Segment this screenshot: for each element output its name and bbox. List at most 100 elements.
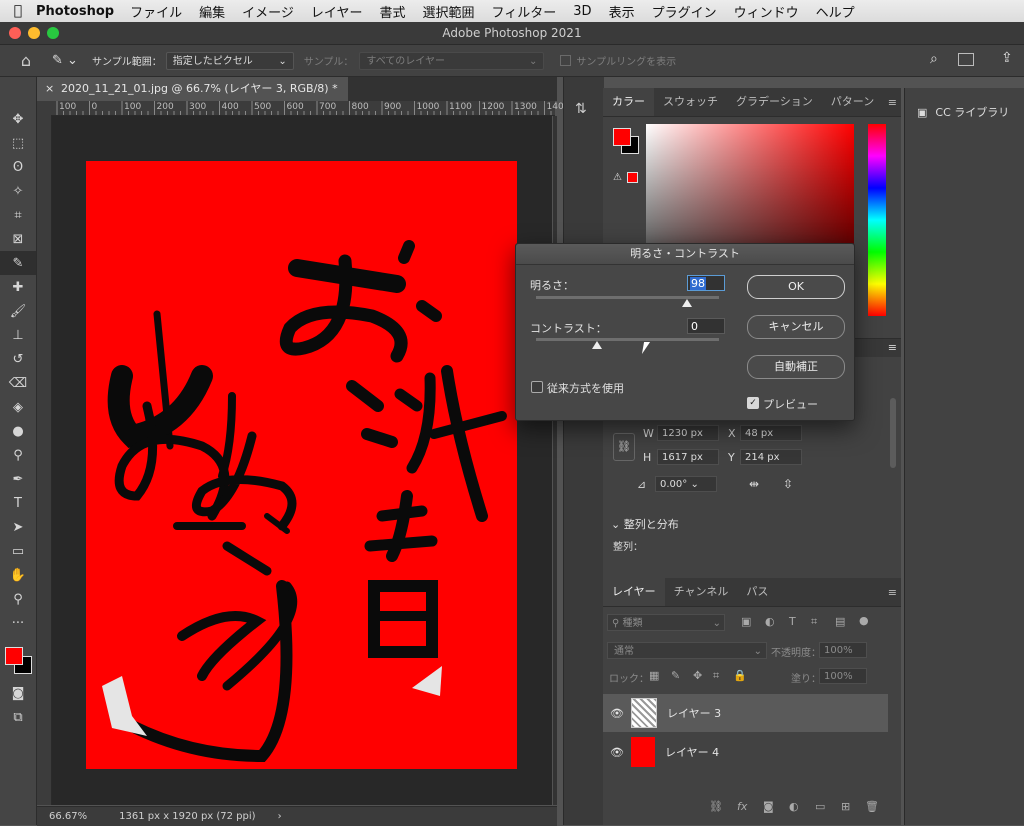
opacity-field[interactable]: 100% <box>819 642 867 658</box>
filter-type-icon[interactable]: T <box>789 615 796 628</box>
filter-shape-icon[interactable]: ⌗ <box>811 615 817 629</box>
contrast-slider-thumb[interactable] <box>592 341 602 349</box>
chevron-right-icon[interactable]: › <box>278 811 282 822</box>
lock-position-icon[interactable]: ✥ <box>693 669 702 682</box>
tab-pattern[interactable]: パターン <box>822 88 883 116</box>
menu-select[interactable]: 選択範囲 <box>423 2 475 21</box>
cancel-button[interactable]: キャンセル <box>747 315 845 339</box>
menu-window[interactable]: ウィンドウ <box>734 2 799 21</box>
lock-all-icon[interactable]: 🔒 <box>733 669 747 682</box>
gamut-swatch[interactable] <box>627 172 638 183</box>
sample-select[interactable]: すべてのレイヤー ⌄ <box>359 51 545 70</box>
contrast-slider[interactable] <box>536 338 719 341</box>
tab-layers[interactable]: レイヤー <box>603 578 665 606</box>
lock-transparent-icon[interactable]: ▦ <box>649 669 659 682</box>
panel-menu-icon[interactable]: ≡ <box>888 341 897 354</box>
show-ring-checkbox[interactable] <box>560 55 572 66</box>
angle-field[interactable]: 0.00° ⌄ <box>655 476 717 492</box>
rectangle-tool-icon[interactable]: ▭ <box>0 539 36 563</box>
brightness-input[interactable]: 98 <box>687 275 725 291</box>
flip-vertical-icon[interactable]: ⇳ <box>783 477 793 491</box>
flip-horizontal-icon[interactable]: ⇹ <box>749 477 759 491</box>
close-icon[interactable]: × <box>45 77 54 101</box>
hand-tool-icon[interactable]: ✋ <box>0 563 36 587</box>
document-tab[interactable]: × 2020_11_21_01.jpg @ 66.7% (レイヤー 3, RGB… <box>37 77 348 101</box>
lock-artboard-icon[interactable]: ⌗ <box>713 669 719 683</box>
layer-name[interactable]: レイヤー 4 <box>665 744 719 760</box>
tab-channels[interactable]: チャンネル <box>665 578 738 606</box>
menu-layer[interactable]: レイヤー <box>311 2 363 21</box>
home-icon[interactable]: ⌂ <box>0 51 52 70</box>
apple-icon[interactable]:  <box>0 3 36 19</box>
properties-scrollbar[interactable] <box>890 398 896 468</box>
align-section-header[interactable]: ⌄ 整列と分布 <box>611 516 679 532</box>
vertical-scrollbar[interactable] <box>553 116 557 805</box>
filter-pixel-icon[interactable]: ▣ <box>741 615 751 628</box>
history-panel-icon[interactable]: ⇅ <box>575 101 604 117</box>
history-brush-tool-icon[interactable]: ↺ <box>0 347 36 371</box>
legacy-checkbox[interactable] <box>531 381 543 393</box>
close-window-button[interactable] <box>9 27 21 39</box>
eye-icon[interactable]: 👁 <box>603 707 631 720</box>
blend-mode-select[interactable]: 通常 ⌄ <box>607 642 767 659</box>
y-field[interactable]: 214 px <box>740 449 802 465</box>
type-tool-icon[interactable]: T <box>0 491 36 515</box>
layer-name[interactable]: レイヤー 3 <box>667 705 721 721</box>
new-group-icon[interactable]: ▭ <box>815 800 825 813</box>
more-tools-icon[interactable]: ··· <box>0 611 36 635</box>
quick-mask-icon[interactable]: ◙ <box>0 681 36 705</box>
hue-slider[interactable] <box>868 124 886 316</box>
menu-image[interactable]: イメージ <box>242 2 294 21</box>
minimize-window-button[interactable] <box>28 27 40 39</box>
marquee-tool-icon[interactable]: ⬚ <box>0 131 36 155</box>
gamut-warning-icon[interactable]: ⚠ <box>613 172 622 183</box>
menu-help[interactable]: ヘルプ <box>816 2 855 21</box>
link-dimensions-icon[interactable]: ⛓ <box>613 433 635 461</box>
menu-type[interactable]: 書式 <box>380 2 406 21</box>
frame-tool-icon[interactable]: ⊠ <box>0 227 36 251</box>
brightness-slider-thumb[interactable] <box>682 299 693 307</box>
lasso-tool-icon[interactable]: ʘ <box>0 155 36 179</box>
new-layer-icon[interactable]: ⊞ <box>841 800 850 813</box>
tab-swatches[interactable]: スウォッチ <box>654 88 727 116</box>
filter-smart-object-icon[interactable]: ▤ <box>835 615 845 628</box>
tab-paths[interactable]: パス <box>737 578 777 606</box>
foreground-color-swatch[interactable] <box>5 647 23 665</box>
share-icon[interactable]: ⇪ <box>1001 50 1013 66</box>
panel-menu-icon[interactable]: ≡ <box>888 586 897 599</box>
adjustment-layer-icon[interactable]: ◐ <box>789 800 799 813</box>
menu-plugins[interactable]: プラグイン <box>652 2 717 21</box>
filter-adjustment-icon[interactable]: ◐ <box>765 615 775 628</box>
x-field[interactable]: 48 px <box>740 425 802 441</box>
fill-field[interactable]: 100% <box>819 668 867 684</box>
contrast-input[interactable]: 0 <box>687 318 725 334</box>
screen-mode-icon[interactable]: ⧉ <box>0 705 36 729</box>
brush-tool-icon[interactable]: 🖌 <box>0 299 36 323</box>
menu-app-name[interactable]: Photoshop <box>36 4 114 19</box>
color-panel-foreground-swatch[interactable] <box>613 128 631 146</box>
move-tool-icon[interactable]: ✥ <box>0 107 36 131</box>
pen-tool-icon[interactable]: ✒ <box>0 467 36 491</box>
zoom-window-button[interactable] <box>47 27 59 39</box>
trash-icon[interactable]: 🗑 <box>865 800 879 813</box>
layer-row[interactable]: 👁 レイヤー 3 <box>603 694 888 732</box>
eyedropper-tool-icon[interactable]: ✎ <box>0 251 36 275</box>
zoom-tool-icon[interactable]: ⚲ <box>0 587 36 611</box>
zoom-level[interactable]: 66.67% <box>49 811 87 822</box>
height-field[interactable]: 1617 px <box>657 449 719 465</box>
canvas-area[interactable] <box>52 116 552 805</box>
paint-bucket-tool-icon[interactable]: ◈ <box>0 395 36 419</box>
menu-view[interactable]: 表示 <box>609 2 635 21</box>
menu-filter[interactable]: フィルター <box>492 2 557 21</box>
layer-filter-select[interactable]: ⚲ 種類 ⌄ <box>607 614 725 631</box>
eye-icon[interactable]: 👁 <box>603 746 631 759</box>
magic-wand-tool-icon[interactable]: ✧ <box>0 179 36 203</box>
menu-edit[interactable]: 編集 <box>199 2 225 21</box>
preview-checkbox[interactable]: ✓ <box>747 397 759 409</box>
dodge-tool-icon[interactable]: ⚲ <box>0 443 36 467</box>
eyedropper-tool-icon[interactable]: ✎ ⌄ <box>52 53 92 68</box>
width-field[interactable]: 1230 px <box>657 425 719 441</box>
ok-button[interactable]: OK <box>747 275 845 299</box>
healing-brush-tool-icon[interactable]: ✚ <box>0 275 36 299</box>
filter-toggle-icon[interactable]: ● <box>859 614 869 627</box>
